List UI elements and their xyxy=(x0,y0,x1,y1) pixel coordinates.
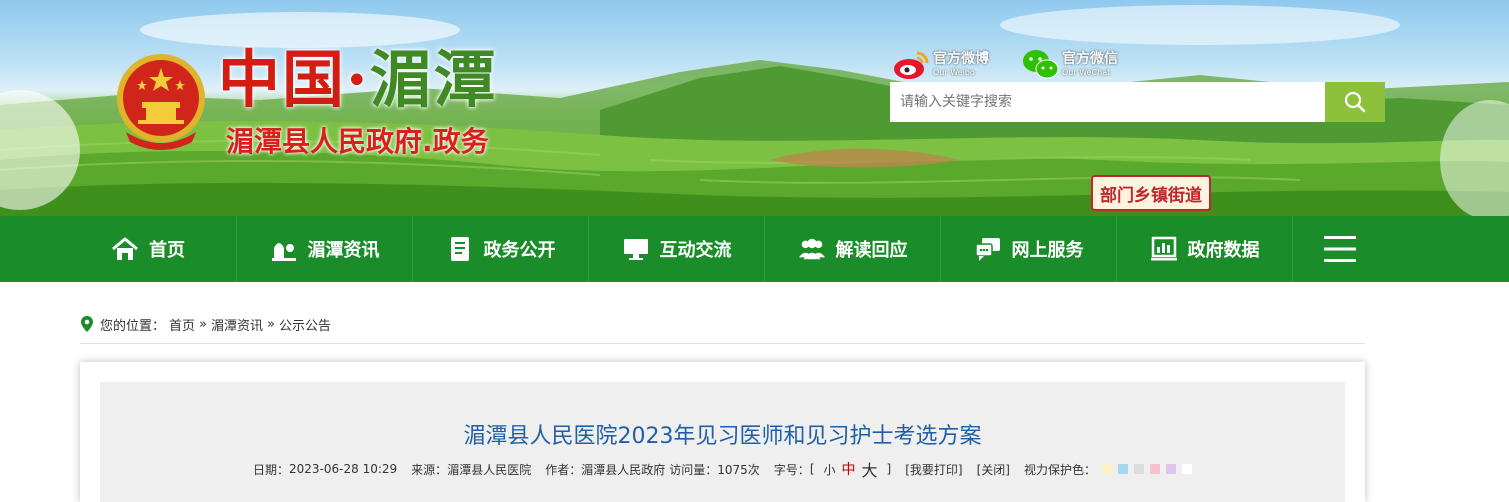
site-subtitle: 湄潭县人民政府.政务 xyxy=(226,125,489,158)
nav-item-online-service[interactable]: 网上服务 xyxy=(941,216,1116,282)
nav-label-affairs: 政务公开 xyxy=(483,240,556,261)
document-icon xyxy=(446,235,474,263)
font-size-large-button[interactable]: 大 xyxy=(862,457,878,481)
wechat-icon xyxy=(1023,50,1059,79)
article-author: 湄潭县人民政府 xyxy=(581,462,666,477)
chat-icon xyxy=(974,235,1002,263)
fontsize-bracket-close: ] xyxy=(886,462,892,476)
breadcrumb: 您的位置： 首页 » 湄潭资讯 » 公示公告 xyxy=(80,312,335,336)
nav-item-interaction[interactable]: 互动交流 xyxy=(589,216,764,282)
breadcrumb-announcements[interactable]: 公示公告 xyxy=(279,315,331,334)
article-meta: 日期： 2023-06-28 10:29 来源： 湄潭县人民医院 作者： 湄潭县… xyxy=(100,457,1345,481)
monitor-icon xyxy=(622,235,650,263)
main-nav: 首页 湄潭资讯 政务公开 互动交流 解读回应 网上服务 政府数据 xyxy=(0,216,1509,282)
font-size-medium-button[interactable]: 中 xyxy=(842,459,856,479)
breadcrumb-home[interactable]: 首页 xyxy=(169,315,195,334)
article-source: 湄潭县人民医院 xyxy=(447,462,532,477)
nav-label-online-service: 网上服务 xyxy=(1011,240,1084,261)
fontsize-bracket-open: [ xyxy=(809,462,815,476)
font-size-small-button[interactable]: 小 xyxy=(824,461,836,478)
news-icon xyxy=(270,235,298,263)
site-title-part1: 中国 xyxy=(218,43,347,116)
site-title-dot: · xyxy=(346,43,370,116)
eye-color-swatch-purple[interactable] xyxy=(1165,464,1176,474)
article-views: 1075次 xyxy=(717,462,760,477)
nav-item-home[interactable]: 首页 xyxy=(60,216,236,282)
nav-label-interpretation: 解读回应 xyxy=(835,240,908,261)
article-title: 湄潭县人民医院2023年见习医师和见习护士考选方案 xyxy=(463,424,982,449)
wechat-label: 官方微信 xyxy=(1062,51,1118,67)
weibo-label: 官方微博 xyxy=(933,51,989,67)
author-label: 作者： xyxy=(545,462,582,477)
people-icon xyxy=(798,235,826,263)
article-card: 湄潭县人民医院2023年见习医师和见习护士考选方案 日期： 2023-06-28… xyxy=(80,362,1365,502)
nav-item-affairs[interactable]: 政务公开 xyxy=(413,216,588,282)
source-label: 来源： xyxy=(411,462,448,477)
nav-item-news[interactable]: 湄潭资讯 xyxy=(237,216,412,282)
breadcrumb-news[interactable]: 湄潭资讯 xyxy=(211,315,263,334)
chart-icon xyxy=(1150,235,1178,263)
weibo-en-label: Our Weibo xyxy=(933,68,975,77)
breadcrumb-separator: » xyxy=(199,316,207,332)
eye-color-swatch-pink[interactable] xyxy=(1149,464,1160,474)
eye-protect-label: 视力保护色： xyxy=(1023,462,1096,477)
close-button[interactable]: [关闭] xyxy=(977,461,1010,478)
site-title-part2: 湄潭 xyxy=(369,43,498,116)
breadcrumb-separator: » xyxy=(267,316,275,332)
search-icon xyxy=(1344,91,1366,113)
article-header: 湄潭县人民医院2023年见习医师和见习护士考选方案 日期： 2023-06-28… xyxy=(100,382,1345,502)
nav-label-interaction: 互动交流 xyxy=(659,240,732,261)
search-button[interactable] xyxy=(1325,82,1385,122)
nav-label-gov-data: 政府数据 xyxy=(1187,240,1260,261)
print-button[interactable]: [我要打印] xyxy=(905,461,962,478)
home-icon xyxy=(111,235,139,263)
location-pin-icon xyxy=(81,316,93,332)
nav-item-gov-data[interactable]: 政府数据 xyxy=(1117,216,1292,282)
fontsize-label: 字号： xyxy=(773,462,810,477)
breadcrumb-prefix: 您的位置： xyxy=(100,318,166,334)
menu-button[interactable] xyxy=(1292,216,1388,282)
search-input[interactable] xyxy=(890,82,1325,122)
eye-color-swatch-yellow[interactable] xyxy=(1101,464,1112,474)
breadcrumb-divider xyxy=(80,343,1365,344)
eye-color-swatch-white[interactable] xyxy=(1181,464,1192,474)
nav-label-news: 湄潭资讯 xyxy=(307,240,380,261)
eye-color-swatch-blue[interactable] xyxy=(1117,464,1128,474)
article-date: 2023-06-28 10:29 xyxy=(289,462,398,476)
weibo-icon xyxy=(894,51,929,79)
site-title: 中国·湄潭 xyxy=(218,40,498,120)
date-label: 日期： xyxy=(253,462,290,477)
hamburger-menu-icon xyxy=(1324,236,1356,262)
eye-color-swatch-gray[interactable] xyxy=(1133,464,1144,474)
nav-label-home: 首页 xyxy=(149,240,185,261)
header-banner: 中国·湄潭 湄潭县人民政府.政务 官方微博 Our Weibo 官方微信 Our… xyxy=(0,0,1509,216)
nav-item-interpretation[interactable]: 解读回应 xyxy=(765,216,940,282)
wechat-en-label: Our WeChat xyxy=(1062,68,1111,77)
views-label: 访问量： xyxy=(669,462,718,477)
wechat-link[interactable]: 官方微信 Our WeChat xyxy=(1022,47,1118,81)
department-township-button[interactable]: 部门乡镇街道 xyxy=(1091,175,1211,211)
national-emblem-icon xyxy=(117,54,205,150)
weibo-link[interactable]: 官方微博 Our Weibo xyxy=(893,47,989,81)
